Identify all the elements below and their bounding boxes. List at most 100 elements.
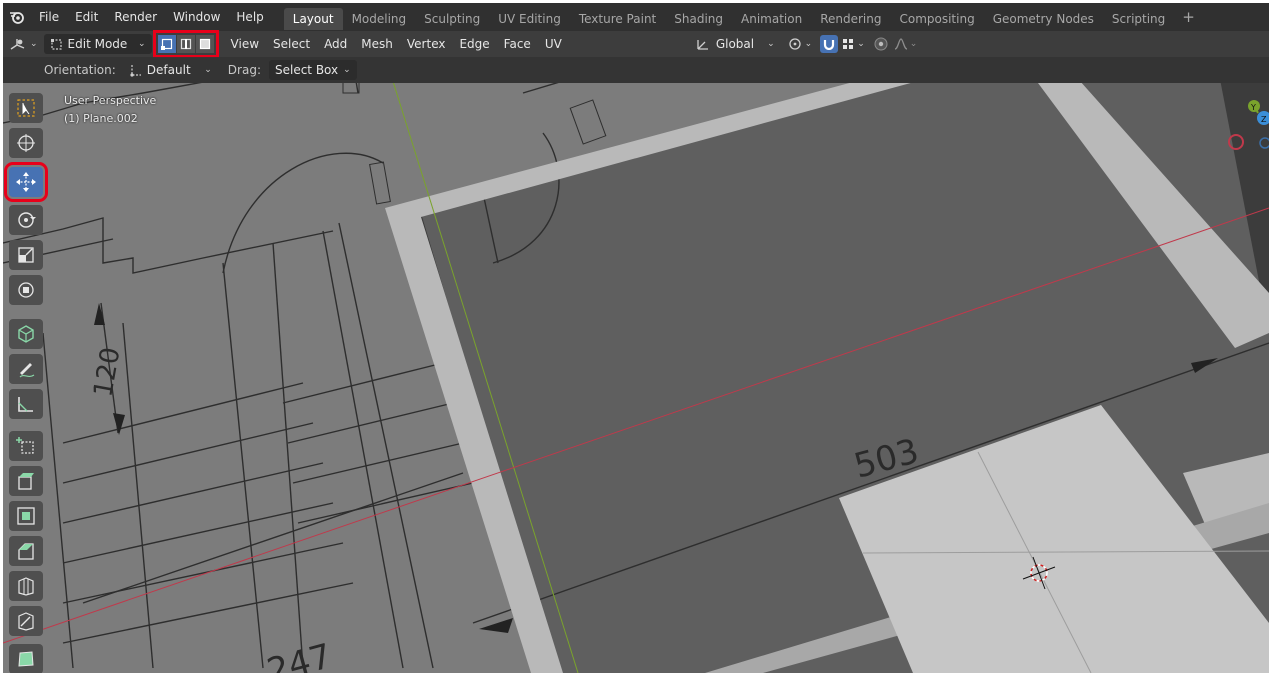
menu-select[interactable]: Select xyxy=(266,37,317,51)
snap-target-dropdown[interactable]: ⌄ xyxy=(841,34,865,54)
tool-settings-bar: Orientation: Default ⌄ Drag: Select Box … xyxy=(3,57,1269,83)
top-menu-bar: File Edit Render Window Help Layout Mode… xyxy=(3,3,1269,31)
add-cube-icon xyxy=(16,437,34,454)
vertex-select-icon xyxy=(160,38,172,50)
proportional-editing-toggle[interactable] xyxy=(873,34,889,54)
add-workspace-button[interactable]: + xyxy=(1174,3,1203,31)
chevron-down-icon: ⌄ xyxy=(204,65,212,75)
edge-select-icon xyxy=(180,38,191,50)
annotate-tool[interactable] xyxy=(9,319,43,349)
global-orientation-icon xyxy=(697,40,708,50)
inset-icon xyxy=(17,507,35,525)
tab-modeling[interactable]: Modeling xyxy=(343,8,416,30)
move-tool[interactable] xyxy=(4,162,48,202)
knife-icon xyxy=(18,612,34,631)
cursor-tool[interactable] xyxy=(9,128,43,158)
chevron-down-icon: ⌄ xyxy=(767,39,775,49)
orientation-dropdown[interactable]: Default ⌄ xyxy=(122,60,218,80)
menu-render[interactable]: Render xyxy=(106,3,165,31)
tab-texture-paint[interactable]: Texture Paint xyxy=(570,8,665,30)
bevel-tool[interactable] xyxy=(9,536,43,566)
tab-compositing[interactable]: Compositing xyxy=(890,8,983,30)
menu-add[interactable]: Add xyxy=(317,37,354,51)
menu-help[interactable]: Help xyxy=(228,3,271,31)
drag-value: Select Box xyxy=(274,63,339,77)
chevron-down-icon: ⌄ xyxy=(909,39,918,49)
proportional-editing-icon xyxy=(874,37,888,51)
tab-geometry-nodes[interactable]: Geometry Nodes xyxy=(984,8,1103,30)
blender-logo-icon[interactable] xyxy=(3,3,31,31)
poly-build-tool[interactable] xyxy=(9,644,43,673)
scale-icon xyxy=(18,247,34,263)
menu-edit[interactable]: Edit xyxy=(67,3,106,31)
move-icon xyxy=(16,172,36,192)
3d-viewport[interactable]: 120 503 247 Y Z User Perspective (1) Pla… xyxy=(3,83,1269,673)
menu-face[interactable]: Face xyxy=(497,37,538,51)
editor-type-button[interactable]: ⌄ xyxy=(9,34,38,54)
orientation-label: Orientation: xyxy=(44,63,116,77)
drag-label: Drag: xyxy=(227,63,261,77)
mode-dropdown[interactable]: Edit Mode ⌄ xyxy=(43,34,152,54)
chevron-down-icon: ⌄ xyxy=(138,39,146,49)
snap-toggle[interactable] xyxy=(820,34,839,54)
face-select-button[interactable] xyxy=(195,35,214,53)
annotate-icon xyxy=(19,363,35,378)
chevron-down-icon: ⌄ xyxy=(343,65,351,75)
transform-orientation-label: Global xyxy=(715,37,755,51)
tab-rendering[interactable]: Rendering xyxy=(811,8,890,30)
tab-animation[interactable]: Animation xyxy=(732,8,811,30)
tab-uv-editing[interactable]: UV Editing xyxy=(489,8,570,30)
poly-build-icon xyxy=(18,651,34,667)
tab-shading[interactable]: Shading xyxy=(665,8,732,30)
measure-icon xyxy=(18,397,33,412)
select-box-tool[interactable] xyxy=(9,93,43,123)
scene-canvas[interactable]: 120 503 247 Y Z xyxy=(3,83,1269,673)
annotate-pen-tool[interactable] xyxy=(9,354,43,384)
menu-file[interactable]: File xyxy=(31,3,67,31)
transform-orientation-dropdown[interactable]: Global ⌄ xyxy=(695,34,775,54)
proportional-falloff-dropdown[interactable]: ⌄ xyxy=(893,34,918,54)
menu-window[interactable]: Window xyxy=(165,3,228,31)
loop-cut-icon xyxy=(18,577,34,596)
drag-dropdown[interactable]: Select Box ⌄ xyxy=(268,60,357,80)
vertex-select-button[interactable] xyxy=(157,35,176,53)
edit-mode-icon xyxy=(50,39,62,50)
loop-cut-tool[interactable] xyxy=(9,571,43,601)
chevron-down-icon: ⌄ xyxy=(857,39,865,49)
pivot-point-icon xyxy=(788,38,801,50)
blender-window: File Edit Render Window Help Layout Mode… xyxy=(3,3,1269,673)
menu-mesh[interactable]: Mesh xyxy=(354,37,400,51)
face-select-icon xyxy=(199,38,210,50)
falloff-curve-icon xyxy=(894,38,907,50)
orientation-value: Default xyxy=(146,63,191,77)
transform-icon xyxy=(18,282,34,298)
tab-scripting[interactable]: Scripting xyxy=(1103,8,1174,30)
edge-select-button[interactable] xyxy=(176,35,195,53)
tab-sculpting[interactable]: Sculpting xyxy=(415,8,489,30)
measure-tool[interactable] xyxy=(9,389,43,419)
mode-label: Edit Mode xyxy=(67,37,128,51)
inset-tool[interactable] xyxy=(9,501,43,531)
menu-vertex[interactable]: Vertex xyxy=(400,37,453,51)
cursor-icon xyxy=(17,134,35,152)
rotate-icon xyxy=(18,212,36,228)
chevron-down-icon: ⌄ xyxy=(804,39,813,49)
chevron-down-icon: ⌄ xyxy=(30,39,38,49)
object-cube-icon xyxy=(18,325,34,343)
menu-edge[interactable]: Edge xyxy=(452,37,496,51)
extrude-icon xyxy=(18,473,34,490)
tab-layout[interactable]: Layout xyxy=(283,8,343,30)
transform-tool[interactable] xyxy=(9,275,43,305)
scale-tool[interactable] xyxy=(9,240,43,270)
knife-tool[interactable] xyxy=(9,606,43,636)
add-cube-tool[interactable] xyxy=(9,431,43,461)
default-orientation-icon xyxy=(130,65,141,77)
rotate-tool[interactable] xyxy=(9,205,43,235)
extrude-tool[interactable] xyxy=(9,466,43,496)
editor-type-icon xyxy=(10,39,25,50)
select-box-icon xyxy=(17,99,35,117)
pivot-point-dropdown[interactable]: ⌄ xyxy=(787,34,813,54)
menu-view[interactable]: View xyxy=(224,37,266,51)
menu-uv[interactable]: UV xyxy=(538,37,569,51)
select-mode-group xyxy=(152,30,219,58)
